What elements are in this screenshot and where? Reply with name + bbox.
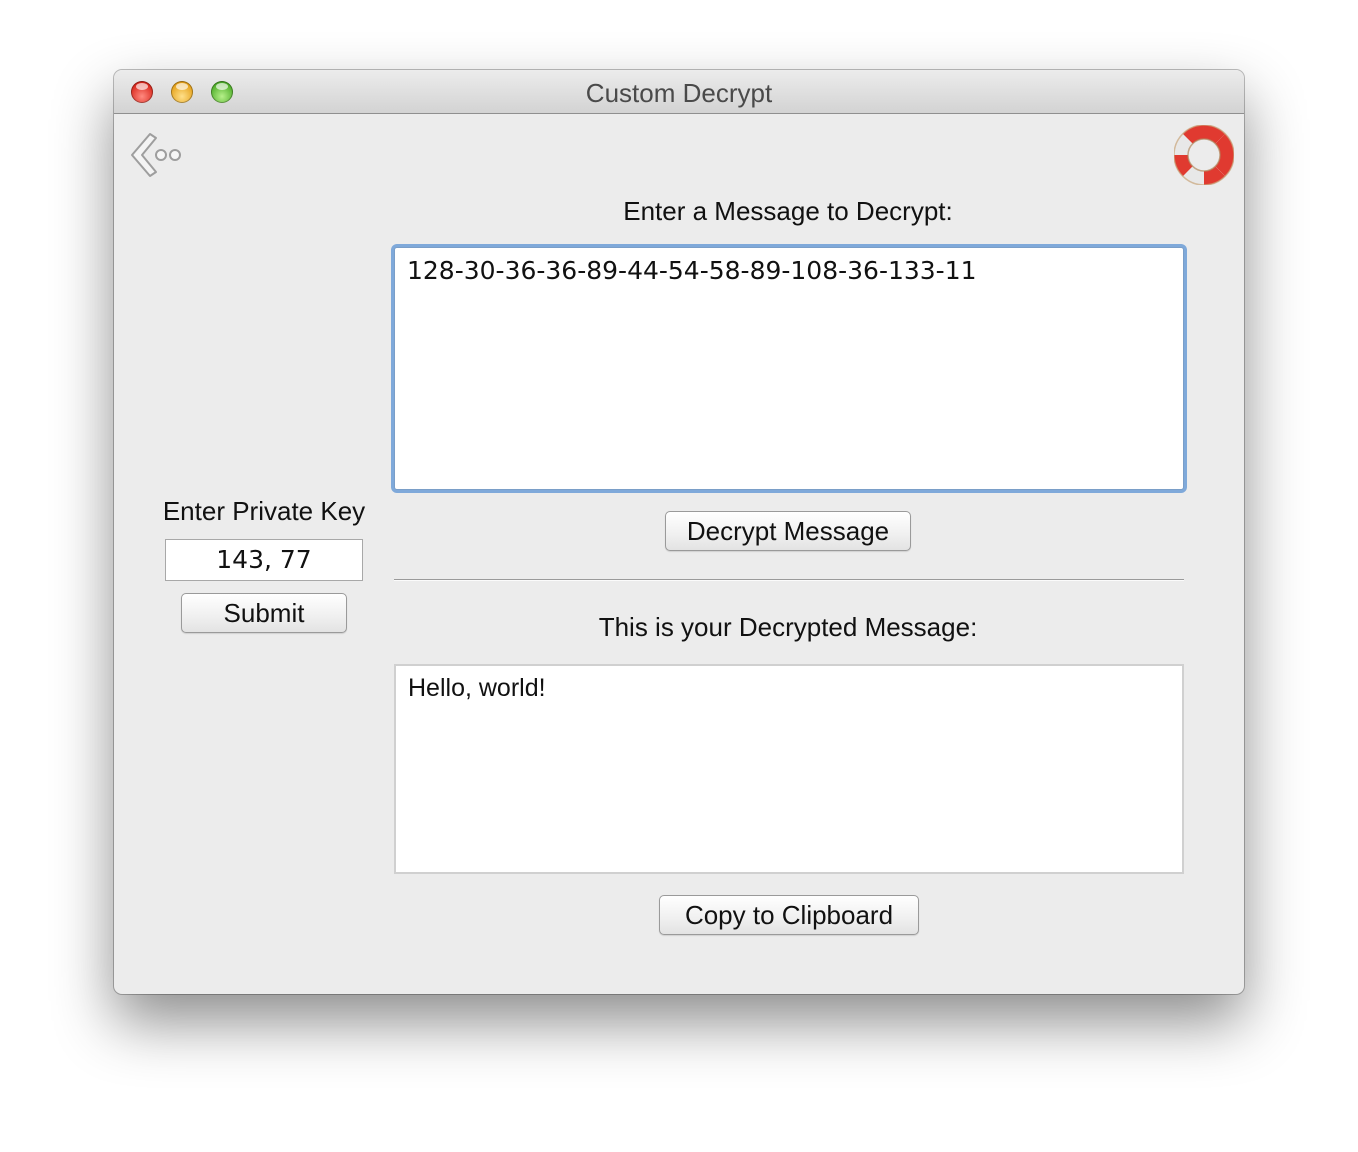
decrypted-message-label: This is your Decrypted Message: (598, 612, 978, 642)
window-title: Custom Decrypt (585, 78, 773, 108)
copy-to-clipboard-button[interactable]: Copy to Clipboard (659, 895, 919, 935)
section-divider (394, 579, 1184, 581)
private-key-field[interactable]: 143, 77 (165, 539, 363, 581)
lifebuoy-help-icon[interactable] (1173, 124, 1235, 186)
decrypt-message-button[interactable]: Decrypt Message (665, 511, 911, 551)
private-key-label: Enter Private Key (162, 496, 366, 526)
message-input-label: Enter a Message to Decrypt: (623, 196, 953, 226)
submit-key-button[interactable]: Submit (181, 593, 347, 633)
decrypt-window: Custom Decrypt Enter a Message to Decryp… (114, 70, 1244, 994)
encrypted-message-textarea[interactable]: 128-30-36-36-89-44-54-58-89-108-36-133-1… (394, 247, 1184, 490)
decrypted-message-textarea[interactable]: Hello, world! (394, 664, 1184, 874)
back-arrow-icon[interactable] (124, 128, 186, 184)
title-bar[interactable]: Custom Decrypt (114, 70, 1244, 114)
